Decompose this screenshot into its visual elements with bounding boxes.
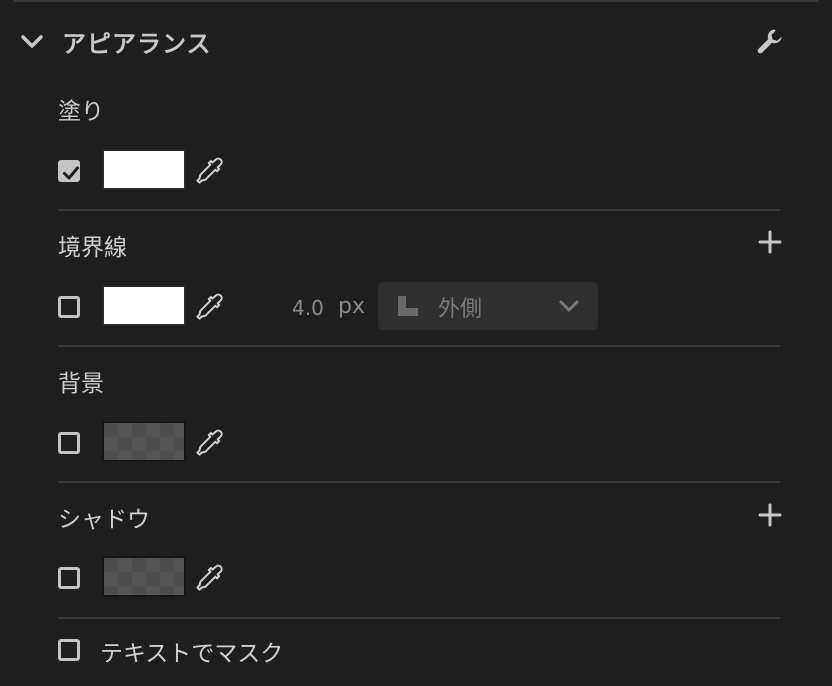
shadow-color-swatch[interactable] xyxy=(102,556,186,597)
stroke-alignment-dropdown[interactable]: 外側 xyxy=(378,282,598,330)
section-divider xyxy=(58,345,780,347)
fill-checkbox[interactable] xyxy=(58,160,80,182)
stroke-label: 境界線 xyxy=(58,235,127,261)
section-title: アピアランス xyxy=(62,30,212,58)
add-stroke-plus-icon[interactable] xyxy=(756,228,784,256)
wrench-icon[interactable] xyxy=(754,26,786,58)
shadow-label: シャドウ xyxy=(58,507,150,533)
fill-label: 塗り xyxy=(58,99,104,125)
section-divider xyxy=(58,481,780,483)
stroke-checkbox[interactable] xyxy=(58,296,80,318)
stroke-width-value[interactable]: 4.0 xyxy=(292,296,324,320)
section-divider xyxy=(58,617,780,619)
section-divider xyxy=(58,209,780,211)
eyedropper-icon[interactable] xyxy=(194,563,226,595)
eyedropper-icon[interactable] xyxy=(194,428,226,460)
section-header[interactable]: アピアランス xyxy=(0,18,832,66)
background-label: 背景 xyxy=(58,371,104,397)
background-color-swatch[interactable] xyxy=(102,421,186,462)
background-checkbox[interactable] xyxy=(58,432,80,454)
chevron-down-icon[interactable] xyxy=(18,30,46,54)
stroke-color-swatch[interactable] xyxy=(102,285,186,326)
stroke-alignment-value: 外側 xyxy=(438,297,483,322)
top-divider xyxy=(14,0,818,2)
mask-with-text-label[interactable]: テキストでマスク xyxy=(100,634,283,668)
eyedropper-icon[interactable] xyxy=(194,156,226,188)
shadow-checkbox[interactable] xyxy=(58,567,80,589)
stroke-outside-icon xyxy=(398,296,418,316)
eyedropper-icon[interactable] xyxy=(194,292,226,324)
mask-with-text-checkbox[interactable] xyxy=(58,639,80,661)
add-shadow-plus-icon[interactable] xyxy=(756,501,784,529)
chevron-down-icon xyxy=(559,300,579,312)
fill-color-swatch[interactable] xyxy=(102,149,186,190)
stroke-width-unit: px xyxy=(338,294,365,319)
appearance-panel: アピアランス 塗り 境界線 4.0 px 外側 背景 シャドウ テキストでマスク xyxy=(0,0,832,686)
